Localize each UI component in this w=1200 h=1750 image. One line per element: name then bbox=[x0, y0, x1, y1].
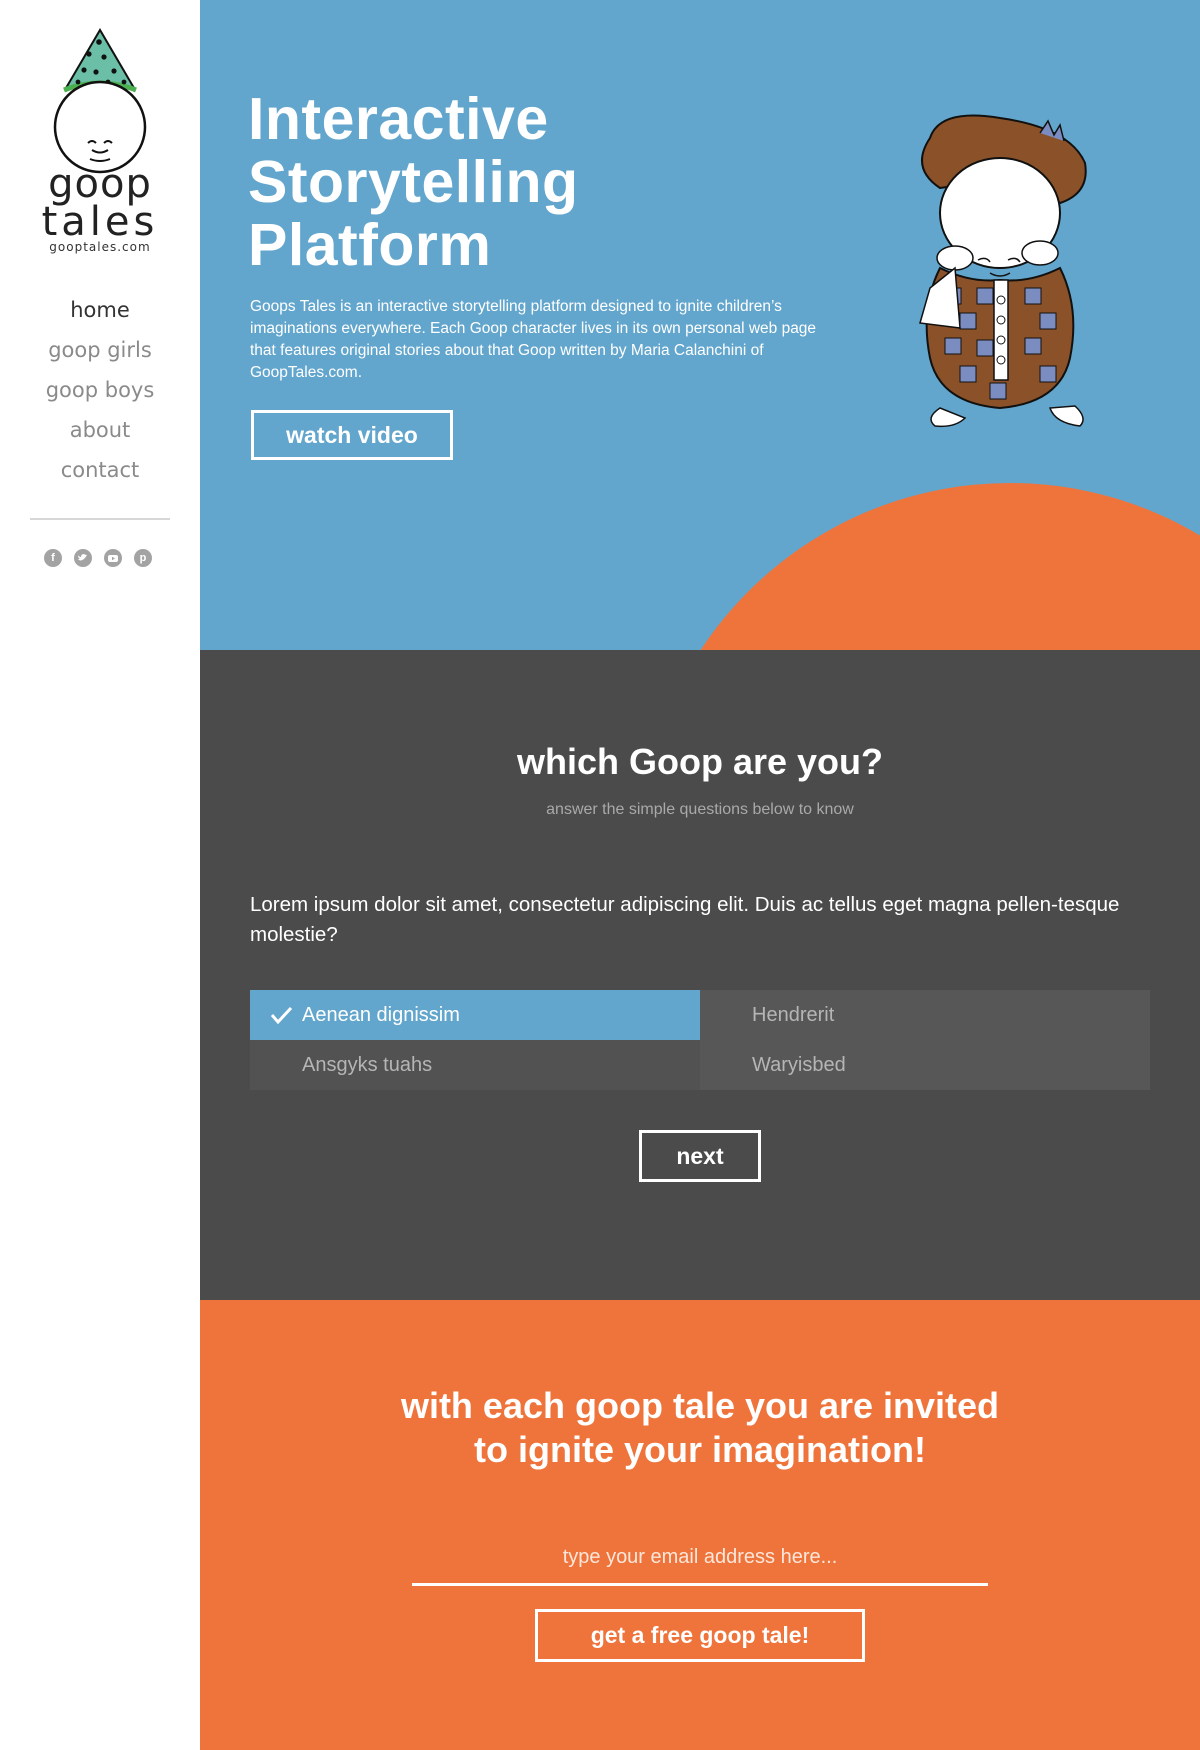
goop-logo-icon bbox=[53, 28, 147, 174]
pinterest-icon[interactable]: p bbox=[134, 549, 152, 567]
quiz-option-label: Ansgyks tuahs bbox=[302, 1054, 433, 1076]
invite-title-line-2: to ignite your imagination! bbox=[474, 1429, 926, 1470]
email-input[interactable] bbox=[412, 1532, 988, 1586]
quiz-option-label: Aenean dignissim bbox=[302, 1004, 460, 1026]
quiz-option-label: Hendrerit bbox=[752, 1004, 835, 1026]
twitter-icon[interactable] bbox=[74, 549, 92, 567]
quiz-option-1[interactable]: Aenean dignissim bbox=[250, 990, 700, 1040]
quiz-subtitle: answer the simple questions below to kno… bbox=[546, 801, 854, 818]
nav-item-goop-boys[interactable]: goop boys bbox=[0, 370, 200, 410]
nav-item-contact[interactable]: contact bbox=[0, 450, 200, 490]
quiz-section: which Goop are you? answer the simple qu… bbox=[200, 650, 1200, 1300]
quiz-option-4[interactable]: Waryisbed bbox=[700, 1040, 1150, 1090]
hero-description: Goops Tales is an interactive storytelli… bbox=[250, 298, 817, 381]
sidebar: goop tales gooptales.com home goop girls… bbox=[0, 0, 200, 1750]
goop-character-illustration bbox=[919, 114, 1087, 428]
social-links: f p bbox=[44, 549, 164, 569]
facebook-icon[interactable]: f bbox=[44, 549, 62, 567]
check-icon bbox=[270, 1006, 293, 1025]
quiz-option-2[interactable]: Hendrerit bbox=[700, 990, 1150, 1040]
nav-item-home[interactable]: home bbox=[0, 290, 200, 330]
get-free-tale-button[interactable]: get a free goop tale! bbox=[535, 1609, 865, 1662]
logo[interactable]: goop tales gooptales.com bbox=[0, 24, 200, 264]
logo-domain: gooptales.com bbox=[49, 240, 151, 254]
invite-title-line-1: with each goop tale you are invited bbox=[400, 1385, 1000, 1426]
quiz-option-3[interactable]: Ansgyks tuahs bbox=[250, 1040, 700, 1090]
invite-title: with each goop tale you are invited to i… bbox=[200, 1384, 1200, 1472]
nav-item-goop-girls[interactable]: goop girls bbox=[0, 330, 200, 370]
hero-title: Interactive Storytelling Platform bbox=[248, 86, 579, 278]
hero-section: Interactive Storytelling Platform Goops … bbox=[200, 0, 1200, 650]
invite-section: with each goop tale you are invited to i… bbox=[200, 1300, 1200, 1750]
next-button[interactable]: next bbox=[639, 1130, 761, 1182]
main-nav: home goop girls goop boys about contact bbox=[0, 290, 200, 490]
watch-video-button[interactable]: watch video bbox=[251, 410, 453, 460]
quiz-title: which Goop are you? bbox=[516, 741, 884, 782]
logo-word-tales: tales bbox=[41, 199, 159, 245]
quiz-question: Lorem ipsum dolor sit amet, consectetur … bbox=[250, 893, 1120, 946]
quiz-option-label: Waryisbed bbox=[752, 1054, 846, 1076]
orange-planet-decoration bbox=[640, 483, 1200, 650]
youtube-icon[interactable] bbox=[104, 549, 122, 567]
nav-item-about[interactable]: about bbox=[0, 410, 200, 450]
sidebar-divider bbox=[30, 518, 170, 520]
logo-word-goop: goop bbox=[48, 161, 152, 207]
